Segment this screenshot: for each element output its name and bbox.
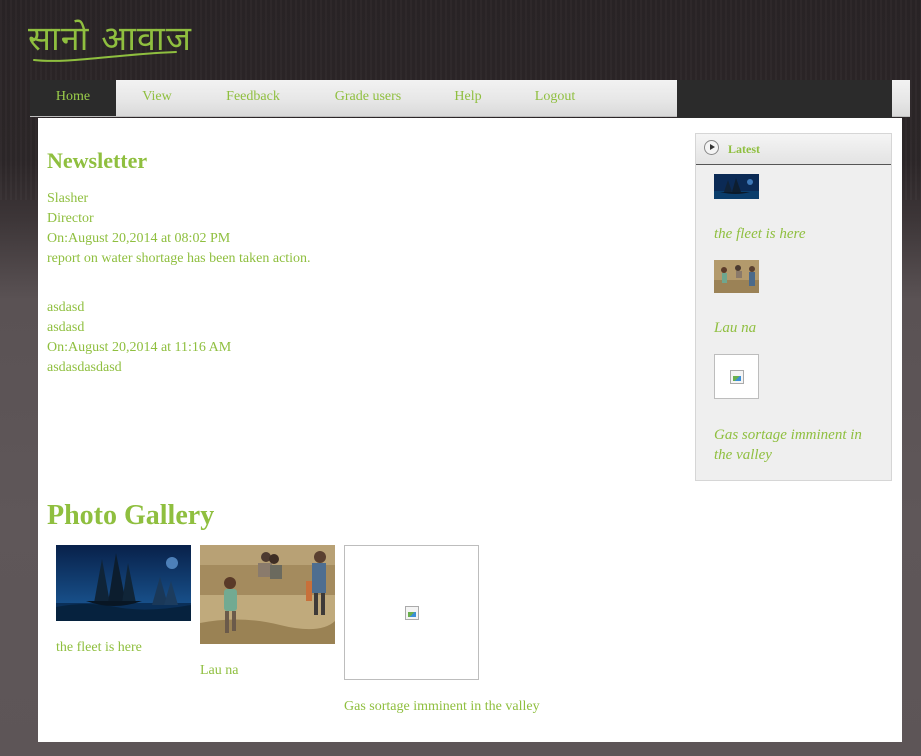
sidebar-title: Latest [728, 142, 760, 156]
broken-image-icon [730, 370, 744, 384]
nav-item-view[interactable]: View [135, 80, 179, 116]
nav-item-home[interactable]: Home [30, 80, 116, 116]
nav-item-grade-users[interactable]: Grade users [328, 80, 408, 116]
latest-sidebar: Latest the fleet is here Lau na Gas sort… [695, 133, 892, 481]
sidebar-caption[interactable]: the fleet is here [714, 224, 879, 244]
play-icon [704, 140, 719, 155]
broken-image-icon [405, 606, 419, 620]
post-author: asdasd [47, 300, 85, 315]
post-author: Slasher [47, 191, 89, 206]
post-date: On:August 20,2014 at 08:02 PM [47, 231, 231, 246]
post-role: Director [47, 211, 94, 226]
logo-underline-icon [33, 51, 177, 62]
sidebar-caption[interactable]: Gas sortage imminent in the valley [714, 425, 879, 465]
post-body: report on water shortage has been taken … [47, 251, 311, 266]
gallery-caption[interactable]: Lau na [200, 663, 238, 679]
broken-image-photo[interactable] [344, 545, 479, 680]
post-body: asdasdasdasd [47, 360, 122, 375]
nav-item-help[interactable]: Help [450, 80, 486, 116]
nav-item-logout[interactable]: Logout [528, 80, 582, 116]
children-photo-icon[interactable] [200, 545, 335, 644]
ship-thumbnail-icon[interactable] [714, 174, 759, 199]
nav-item-feedback[interactable]: Feedback [220, 80, 286, 116]
broken-image-thumbnail[interactable] [714, 354, 759, 399]
post-role: asdasd [47, 320, 85, 335]
newsletter-heading: Newsletter [47, 148, 148, 173]
children-thumbnail-icon[interactable] [714, 260, 759, 293]
site-logo[interactable]: सानो आवाज [28, 14, 191, 66]
gallery-heading: Photo Gallery [47, 500, 215, 531]
gallery-caption[interactable]: Gas sortage imminent in the valley [344, 699, 540, 715]
sidebar-header: Latest [696, 134, 891, 165]
sidebar-caption[interactable]: Lau na [714, 318, 879, 338]
gallery-caption[interactable]: the fleet is here [56, 640, 142, 656]
post-date: On:August 20,2014 at 11:16 AM [47, 340, 232, 355]
ship-photo-icon[interactable] [56, 545, 191, 621]
